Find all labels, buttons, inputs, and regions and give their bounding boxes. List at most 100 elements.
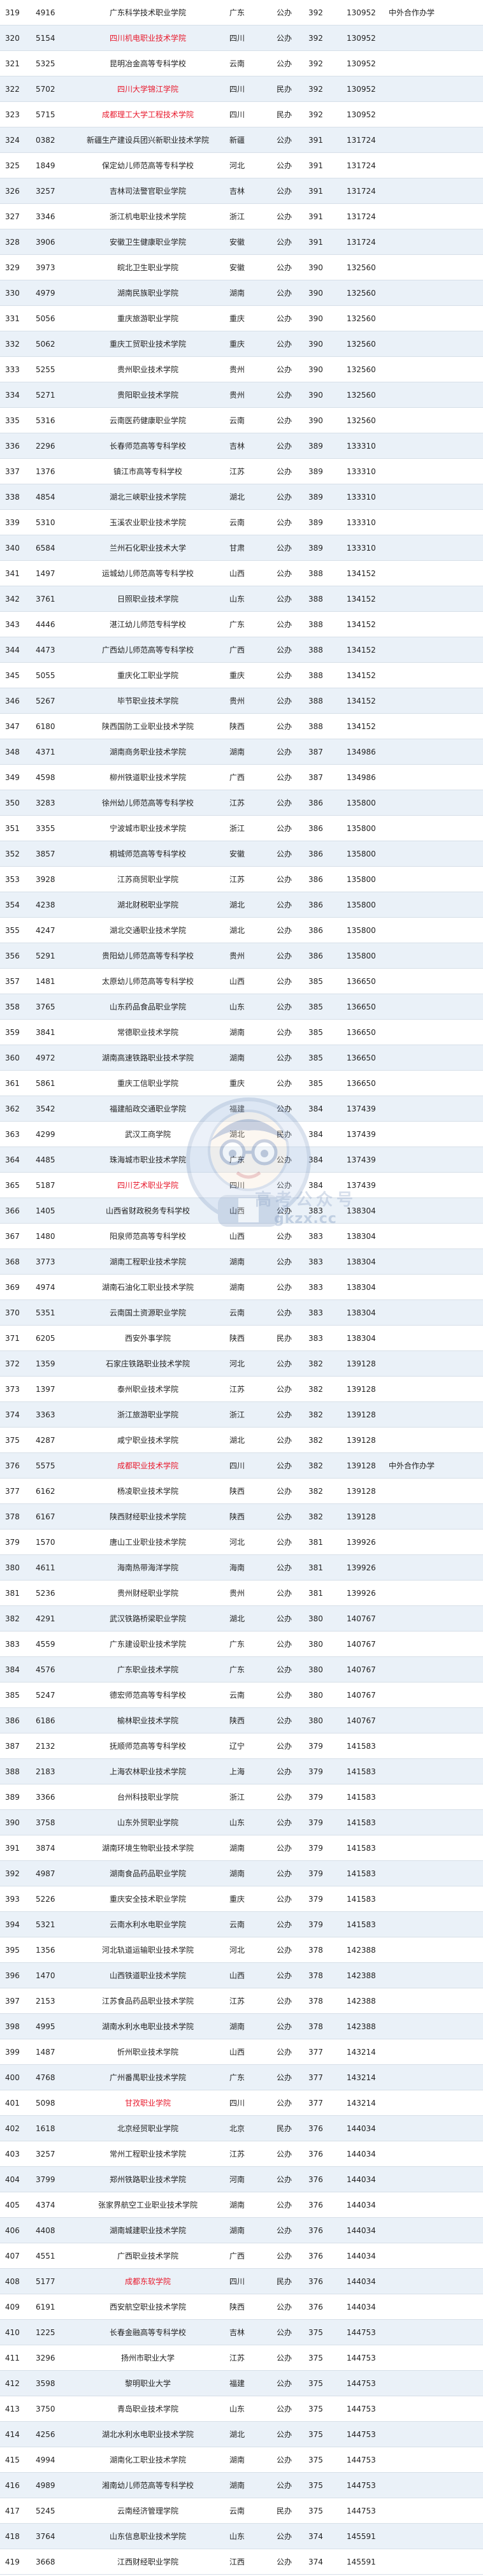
school-name: 云南经济管理学院 (69, 2498, 227, 2524)
min-rank: 135800 (344, 815, 387, 841)
table-row: 378 6167 陕西财经职业技术学院 陕西 公办 382 139128 (0, 1503, 483, 1530)
min-rank: 135800 (344, 790, 387, 816)
remark (387, 1707, 483, 1733)
school-name: 武汉铁路桥梁职业学院 (69, 1605, 227, 1632)
province: 重庆 (227, 1886, 274, 1912)
row-index: 319 (0, 0, 32, 25)
remark (387, 1070, 483, 1096)
ownership-type: 公办 (274, 611, 306, 637)
ownership-type: 公办 (274, 1427, 306, 1453)
row-index: 325 (0, 152, 32, 178)
school-code: 3799 (32, 2166, 69, 2192)
row-index: 338 (0, 484, 32, 510)
remark (387, 382, 483, 408)
remark (387, 637, 483, 663)
province: 陕西 (227, 1707, 274, 1733)
school-name: 湖南商务职业技术学院 (69, 739, 227, 765)
remark (387, 1172, 483, 1198)
province: 海南 (227, 1554, 274, 1581)
min-rank: 143214 (344, 2090, 387, 2116)
row-index: 416 (0, 2472, 32, 2498)
ownership-type: 公办 (274, 1937, 306, 1963)
min-rank: 141583 (344, 1911, 387, 1937)
min-rank: 144034 (344, 2115, 387, 2141)
ownership-type: 公办 (274, 1503, 306, 1530)
table-row: 362 3542 福建船政交通职业学院 福建 公办 384 137439 (0, 1096, 483, 1122)
row-index: 324 (0, 127, 32, 153)
row-index: 349 (0, 764, 32, 790)
min-rank: 143214 (344, 2039, 387, 2065)
table-row: 345 5055 重庆化工职业学院 重庆 公办 388 134152 (0, 662, 483, 688)
ownership-type: 公办 (274, 815, 306, 841)
school-name: 湖南城建职业技术学院 (69, 2217, 227, 2243)
school-code: 4854 (32, 484, 69, 510)
province: 浙江 (227, 1401, 274, 1428)
school-name: 武汉工商学院 (69, 1121, 227, 1147)
province: 江苏 (227, 2345, 274, 2371)
min-rank: 141583 (344, 1784, 387, 1810)
min-rank: 143214 (344, 2064, 387, 2090)
min-rank: 131724 (344, 229, 387, 255)
school-code: 4995 (32, 2013, 69, 2039)
school-name: 徐州幼儿师范高等专科学校 (69, 790, 227, 816)
ownership-type: 公办 (274, 892, 306, 918)
school-code: 5861 (32, 1070, 69, 1096)
remark (387, 2472, 483, 2498)
row-index: 388 (0, 1758, 32, 1784)
ownership-type: 公办 (274, 509, 306, 535)
province: 新疆 (227, 127, 274, 153)
min-score: 384 (306, 1147, 344, 1173)
ownership-type: 公办 (274, 1886, 306, 1912)
ownership-type: 公办 (274, 1223, 306, 1249)
remark (387, 2064, 483, 2090)
table-row: 360 4972 湖南高速铁路职业技术学院 湖南 公办 385 136650 (0, 1045, 483, 1071)
province: 湖南 (227, 1045, 274, 1071)
row-index: 360 (0, 1045, 32, 1071)
row-index: 411 (0, 2345, 32, 2371)
row-index: 352 (0, 841, 32, 867)
remark (387, 2192, 483, 2218)
row-index: 376 (0, 1452, 32, 1479)
school-name: 常州工程职业技术学院 (69, 2141, 227, 2167)
remark (387, 509, 483, 535)
school-code: 4291 (32, 1605, 69, 1632)
row-index: 375 (0, 1427, 32, 1453)
remark (387, 127, 483, 153)
min-rank: 142388 (344, 2013, 387, 2039)
min-score: 378 (306, 1962, 344, 1988)
ownership-type: 公办 (274, 2090, 306, 2116)
min-score: 381 (306, 1529, 344, 1555)
school-name: 海南热带海洋学院 (69, 1554, 227, 1581)
remark (387, 790, 483, 816)
ownership-type: 公办 (274, 2039, 306, 2065)
school-code: 3765 (32, 994, 69, 1020)
school-code: 3973 (32, 254, 69, 280)
remark (387, 2243, 483, 2269)
remark (387, 1427, 483, 1453)
min-rank: 133310 (344, 433, 387, 459)
min-rank: 144034 (344, 2192, 387, 2218)
table-row: 372 1359 石家庄铁路职业技术学院 河北 公办 382 139128 (0, 1350, 483, 1377)
min-rank: 137439 (344, 1096, 387, 1122)
school-code: 3542 (32, 1096, 69, 1122)
min-rank: 136650 (344, 1070, 387, 1096)
school-code: 5062 (32, 331, 69, 357)
ownership-type: 公办 (274, 2447, 306, 2473)
table-row: 409 6191 西安航空职业技术学院 陕西 公办 376 144034 (0, 2294, 483, 2320)
province: 山东 (227, 1809, 274, 1835)
min-score: 379 (306, 1809, 344, 1835)
remark (387, 611, 483, 637)
school-name: 湖南民族职业学院 (69, 280, 227, 306)
province: 山西 (227, 560, 274, 586)
remark: 中外合作办学 (387, 0, 483, 25)
school-code: 5098 (32, 2090, 69, 2116)
row-index: 335 (0, 407, 32, 433)
min-score: 385 (306, 1045, 344, 1071)
min-rank: 136650 (344, 1019, 387, 1045)
row-index: 398 (0, 2013, 32, 2039)
school-code: 4408 (32, 2217, 69, 2243)
row-index: 405 (0, 2192, 32, 2218)
ownership-type: 公办 (274, 1401, 306, 1428)
school-name: 西安航空职业技术学院 (69, 2294, 227, 2320)
row-index: 386 (0, 1707, 32, 1733)
